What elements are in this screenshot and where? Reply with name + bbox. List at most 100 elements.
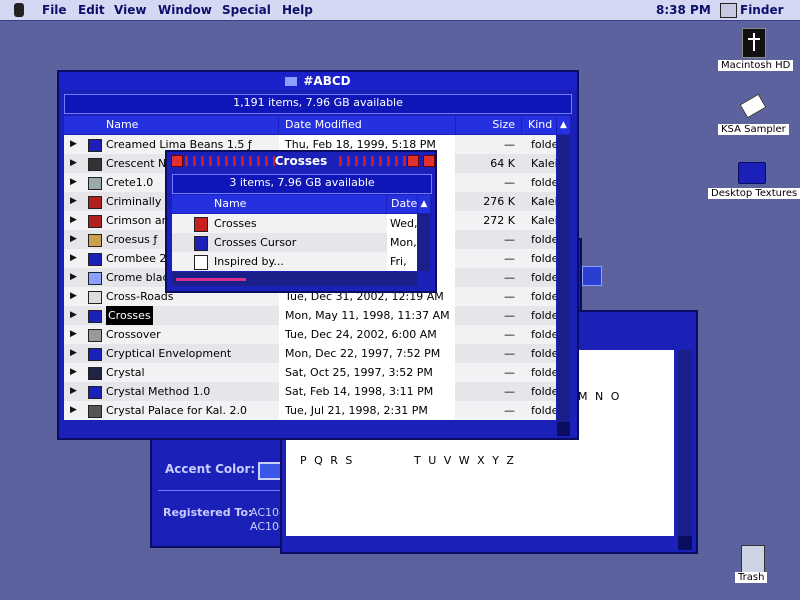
file-size: — — [504, 347, 515, 360]
file-size: 276 K — [483, 195, 515, 208]
trash-icon[interactable] — [741, 545, 765, 573]
disclosure-triangle-icon[interactable]: ▶ — [70, 306, 80, 325]
crosses-vertical-scrollbar[interactable] — [418, 214, 430, 271]
menu-view[interactable]: View — [114, 3, 146, 17]
file-name[interactable]: Crosses — [106, 306, 153, 325]
file-name[interactable]: Crystal Method 1.0 — [106, 382, 278, 401]
column-header-size[interactable]: Size — [456, 116, 521, 134]
file-kind: folder — [531, 404, 556, 417]
file-size: — — [504, 385, 515, 398]
folder-icon — [88, 196, 102, 209]
menu-file[interactable]: File — [42, 3, 67, 17]
file-name[interactable]: Cryptical Envelopment — [106, 344, 278, 363]
disclosure-triangle-icon[interactable]: ▶ — [70, 401, 80, 420]
ksa-sampler-icon[interactable] — [738, 92, 767, 119]
menu-clock[interactable]: 8:38 PM — [656, 3, 711, 17]
column-header-kind[interactable]: Kind — [522, 116, 556, 134]
crosses-horizontal-scrollbar[interactable] — [172, 272, 417, 286]
file-icon — [194, 255, 208, 270]
disclosure-triangle-icon[interactable]: ▶ — [70, 173, 80, 192]
menu-edit[interactable]: Edit — [78, 3, 105, 17]
file-size: — — [504, 366, 515, 379]
file-kind: folder — [531, 385, 556, 398]
apple-menu-icon[interactable] — [14, 3, 24, 17]
file-date: Wed, — [387, 214, 417, 233]
file-kind: Kaleid — [531, 157, 556, 170]
folder-icon[interactable] — [738, 162, 766, 184]
folder-icon — [88, 272, 102, 285]
crosses-window-info: 3 items, 7.96 GB available — [172, 174, 432, 194]
finder-app-icon[interactable] — [720, 3, 737, 18]
file-name[interactable]: Crosses — [214, 214, 384, 233]
table-row[interactable]: ▶ Cryptical Envelopment Mon, Dec 22, 1997,… — [64, 344, 556, 363]
column-header-date[interactable]: Date Modified — [279, 116, 455, 134]
settings-widget[interactable] — [582, 266, 602, 286]
menu-help[interactable]: Help — [282, 3, 313, 17]
registered-line-2: AC10- — [250, 520, 283, 533]
font-window-scrollbar[interactable] — [678, 350, 692, 536]
desktop-label-macintosh-hd[interactable]: Macintosh HD — [718, 60, 794, 71]
disclosure-triangle-icon[interactable]: ▶ — [70, 249, 80, 268]
collapse-box-icon[interactable] — [423, 155, 435, 167]
disclosure-triangle-icon[interactable]: ▶ — [70, 363, 80, 382]
disclosure-triangle-icon[interactable]: ▶ — [70, 135, 80, 154]
file-date: Mon, May 11, 1998, 11:37 AM — [279, 306, 455, 325]
accent-color-swatch[interactable] — [258, 462, 282, 480]
file-name[interactable]: Crystal Palace for Kal. 2.0 — [106, 401, 278, 420]
table-row[interactable]: ▶ Crystal Palace for Kal. 2.0 Tue, Jul 21,… — [64, 401, 556, 420]
file-kind: folder — [531, 233, 556, 246]
crosses-column-header-date[interactable]: Date — [387, 195, 417, 213]
column-header-name[interactable]: Name — [64, 116, 278, 134]
font-sample-line2a: P Q R S — [300, 454, 355, 467]
sort-arrow-icon[interactable]: ▲ — [557, 116, 570, 134]
file-size: — — [504, 176, 515, 189]
list-item[interactable]: Crosses Cursor Mon, — [172, 233, 417, 252]
disclosure-triangle-icon[interactable]: ▶ — [70, 344, 80, 363]
disclosure-triangle-icon[interactable]: ▶ — [70, 192, 80, 211]
file-size: 272 K — [483, 214, 515, 227]
file-kind: folder — [531, 366, 556, 379]
file-name[interactable]: Crossover — [106, 325, 278, 344]
disclosure-triangle-icon[interactable]: ▶ — [70, 268, 80, 287]
file-kind: folder — [531, 271, 556, 284]
menu-bar: File Edit View Window Special Help 8:38 … — [0, 0, 800, 21]
divider — [158, 490, 288, 491]
desktop-label-ksa-sampler[interactable]: KSA Sampler — [718, 124, 789, 135]
desktop-label-desktop-textures[interactable]: Desktop Textures — [708, 188, 800, 199]
table-row[interactable]: ▶ Crystal Method 1.0 Sat, Feb 14, 1998, 3:… — [64, 382, 556, 401]
disclosure-triangle-icon[interactable]: ▶ — [70, 382, 80, 401]
list-item[interactable]: Crosses Wed, — [172, 214, 417, 233]
resize-handle-icon[interactable] — [678, 536, 692, 550]
resize-handle-icon[interactable] — [557, 422, 570, 436]
disclosure-triangle-icon[interactable]: ▶ — [70, 325, 80, 344]
folder-icon — [285, 77, 298, 86]
disclosure-triangle-icon[interactable]: ▶ — [70, 287, 80, 306]
menu-app-finder[interactable]: Finder — [740, 3, 784, 17]
table-row[interactable]: ▶ Crossover Tue, Dec 24, 2002, 6:00 AM — fol… — [64, 325, 556, 344]
file-name[interactable]: Crystal — [106, 363, 278, 382]
disclosure-triangle-icon[interactable]: ▶ — [70, 230, 80, 249]
list-item[interactable]: Inspired by... Fri, — [172, 252, 417, 271]
file-kind: folder — [531, 138, 556, 151]
menu-special[interactable]: Special — [222, 3, 271, 17]
table-row[interactable]: ▶ Crystal Sat, Oct 25, 1997, 3:52 PM — folde… — [64, 363, 556, 382]
file-name[interactable]: Inspired by... — [214, 252, 384, 271]
zoom-box-icon[interactable] — [407, 155, 419, 167]
main-window-vertical-scrollbar[interactable] — [557, 135, 570, 422]
sort-arrow-icon[interactable]: ▲ — [418, 195, 430, 213]
accent-color-label: Accent Color: — [165, 462, 256, 476]
crosses-file-list: Crosses Wed, Crosses Cursor Mon, Inspired by… — [172, 214, 417, 271]
scroll-thumb[interactable] — [176, 278, 246, 281]
desktop-label-trash[interactable]: Trash — [735, 572, 768, 583]
file-icon — [194, 217, 208, 232]
file-date: Mon, Dec 22, 1997, 7:52 PM — [279, 344, 455, 363]
disclosure-triangle-icon[interactable]: ▶ — [70, 154, 80, 173]
menu-window[interactable]: Window — [158, 3, 212, 17]
main-window-title-bar[interactable]: #ABCD — [59, 72, 577, 90]
crosses-column-header-name[interactable]: Name — [172, 195, 386, 213]
file-name[interactable]: Crosses Cursor — [214, 233, 384, 252]
table-row[interactable]: ▶ Crosses Mon, May 11, 1998, 11:37 AM — fold… — [64, 306, 556, 325]
hard-disk-icon[interactable] — [742, 28, 766, 58]
disclosure-triangle-icon[interactable]: ▶ — [70, 211, 80, 230]
crosses-window: Crosses 3 items, 7.96 GB available Name … — [165, 150, 437, 293]
